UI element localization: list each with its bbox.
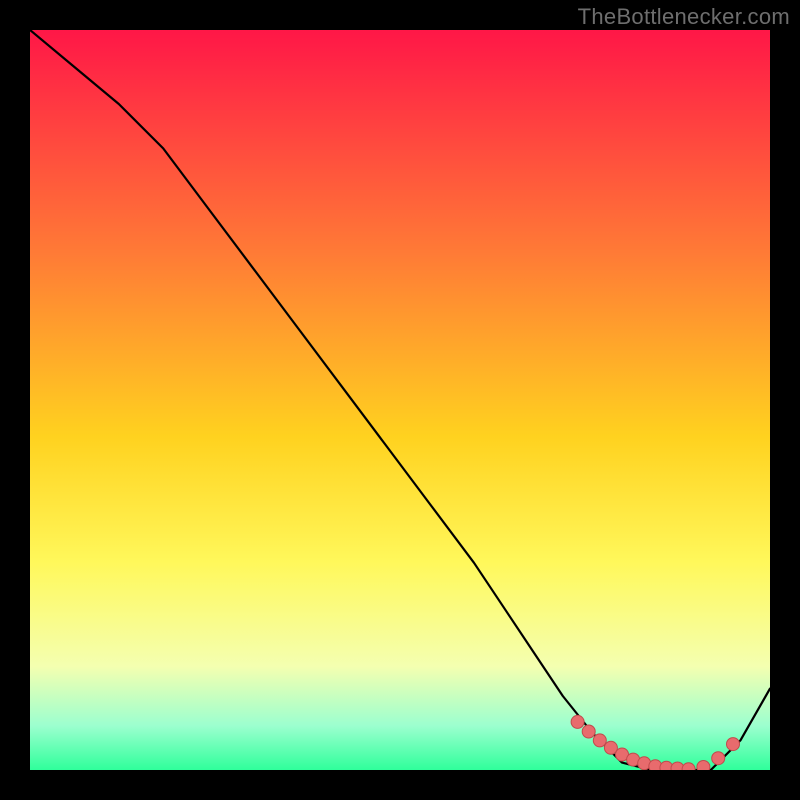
chart-frame: TheBottlenecker.com bbox=[0, 0, 800, 800]
chart-plot-area bbox=[30, 30, 770, 770]
gradient-background bbox=[30, 30, 770, 770]
marker-point bbox=[727, 738, 740, 751]
watermark-text: TheBottlenecker.com bbox=[578, 4, 790, 30]
chart-svg bbox=[30, 30, 770, 770]
marker-point bbox=[697, 761, 710, 771]
marker-point bbox=[593, 734, 606, 747]
marker-point bbox=[712, 752, 725, 765]
marker-point bbox=[571, 715, 584, 728]
marker-point bbox=[582, 725, 595, 738]
